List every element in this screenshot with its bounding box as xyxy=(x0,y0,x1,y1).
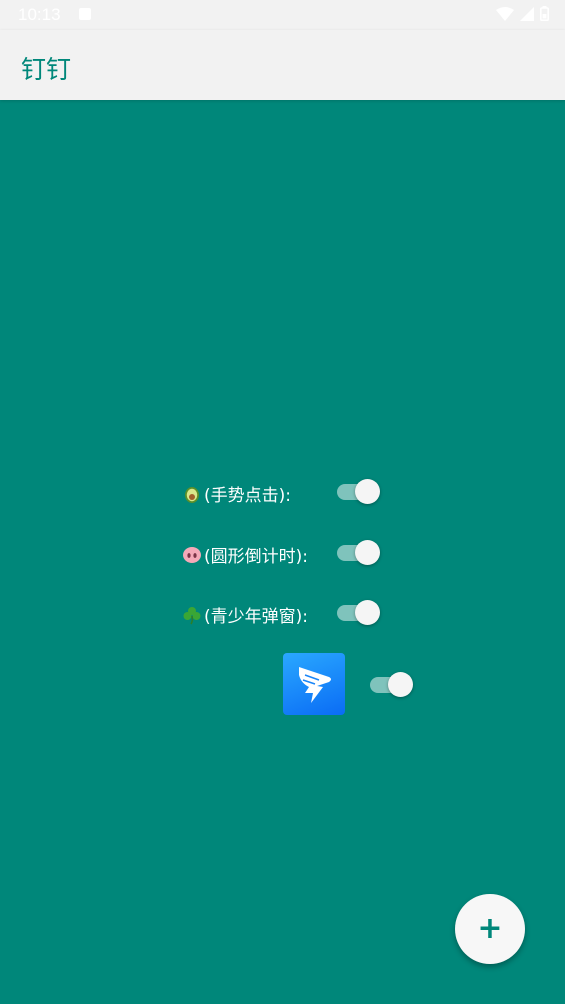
setting-row-gesture-click: (手势点击): xyxy=(182,481,291,506)
status-icons xyxy=(496,6,549,21)
add-button[interactable]: + xyxy=(455,894,525,964)
toggle-dingtalk-app[interactable] xyxy=(370,669,416,699)
app-title: 钉钉 xyxy=(21,55,72,84)
avocado-icon xyxy=(185,486,199,503)
toggle-circle-countdown[interactable] xyxy=(337,537,383,567)
toggle-gesture-click[interactable] xyxy=(337,476,383,506)
notification-icon xyxy=(79,8,91,20)
app-bar: 钉钉 xyxy=(0,30,565,100)
setting-row-teen-popup: (青少年弹窗): xyxy=(182,602,308,627)
dingtalk-logo-icon xyxy=(283,653,345,715)
signal-icon xyxy=(520,6,534,21)
pig-nose-icon xyxy=(183,546,201,563)
toggle-teen-popup[interactable] xyxy=(337,597,383,627)
battery-icon xyxy=(540,6,549,21)
status-bar: 10:13 xyxy=(0,0,565,30)
add-icon: + xyxy=(477,911,503,946)
shamrock-icon xyxy=(183,606,201,624)
setting-label-circle-countdown: (圆形倒计时): xyxy=(204,547,308,567)
wifi-icon xyxy=(496,6,514,21)
setting-label-teen-popup: (青少年弹窗): xyxy=(204,607,308,627)
setting-label-gesture-click: (手势点击): xyxy=(204,486,291,506)
setting-row-circle-countdown: (圆形倒计时): xyxy=(182,542,308,567)
status-time: 10:13 xyxy=(18,5,61,24)
